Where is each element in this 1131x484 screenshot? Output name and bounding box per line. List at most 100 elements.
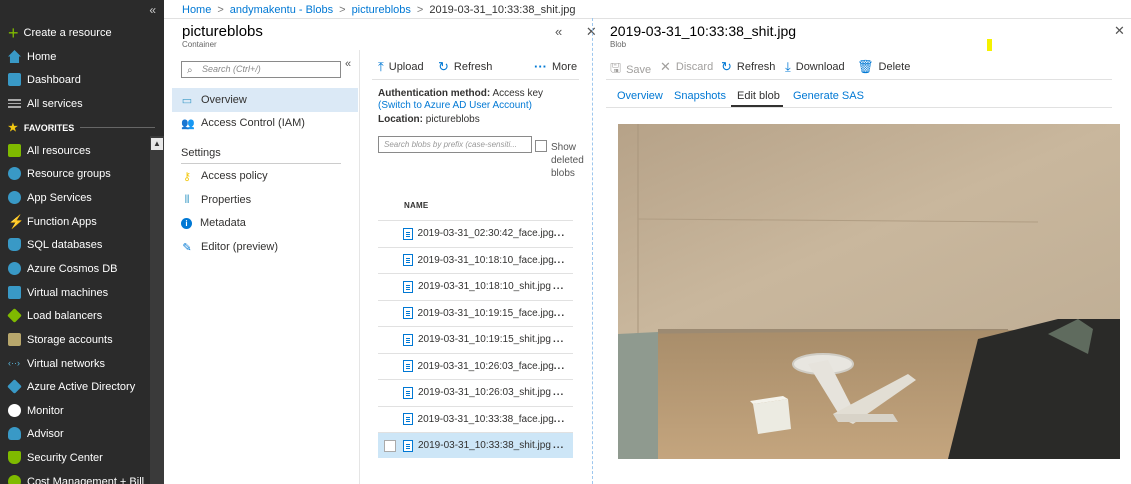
nav-virtual-networks[interactable]: ‹··› Virtual networks — [0, 352, 150, 375]
nav-monitor[interactable]: Monitor — [0, 399, 150, 422]
nav-scrollbar[interactable] — [150, 136, 164, 484]
row-more-button[interactable]: ... — [554, 308, 573, 319]
nav-cost-management[interactable]: Cost Management + Bill — [0, 470, 150, 484]
menu-item-editor[interactable]: ✎ Editor (preview) — [172, 235, 358, 259]
blob-name[interactable]: 2019-03-31_10:33:38_shit.jpg — [418, 440, 553, 451]
row-checkbox[interactable] — [384, 387, 396, 399]
breadcrumb-account[interactable]: andymakentu - Blobs — [230, 4, 333, 16]
row-checkbox[interactable] — [384, 360, 396, 372]
row-more-button[interactable]: ... — [553, 334, 573, 345]
menu-item-access-control[interactable]: 👥 Access Control (IAM) — [172, 111, 358, 135]
blob-row[interactable]: 2019-03-31_10:19:15_face.jpg... — [378, 299, 573, 326]
nav-advisor[interactable]: Advisor — [0, 422, 150, 445]
row-more-button[interactable]: ... — [554, 414, 573, 425]
blob-row[interactable]: 2019-03-31_10:33:38_shit.jpg... — [378, 432, 573, 458]
info-icon: i — [181, 217, 192, 229]
nav-create-resource[interactable]: + Create a resource — [0, 21, 150, 44]
nav-dashboard[interactable]: Dashboard — [0, 68, 150, 91]
blob-row[interactable]: 2019-03-31_10:18:10_face.jpg... — [378, 246, 573, 273]
row-checkbox[interactable] — [384, 439, 396, 452]
blob-name[interactable]: 2019-03-31_10:33:38_face.jpg — [418, 414, 554, 425]
nav-all-resources[interactable]: All resources — [0, 139, 150, 162]
overview-icon: ▭ — [181, 94, 193, 107]
breadcrumb-home[interactable]: Home — [182, 4, 211, 16]
blob-row[interactable]: 2019-03-31_02:30:42_face.jpg... — [378, 220, 573, 246]
breadcrumb-container[interactable]: pictureblobs — [352, 4, 411, 16]
tab-overview[interactable]: Overview — [617, 90, 663, 102]
row-checkbox[interactable] — [384, 228, 396, 240]
download-button[interactable]: ⤓ Download — [785, 59, 845, 75]
container-blade-controls[interactable]: « ✕ — [555, 24, 607, 40]
blob-search-input[interactable]: Search blobs by prefix (case-sensiti... — [378, 136, 532, 153]
blob-name[interactable]: 2019-03-31_10:18:10_shit.jpg — [418, 281, 553, 292]
tab-generate-sas[interactable]: Generate SAS — [793, 90, 864, 102]
blob-name[interactable]: 2019-03-31_10:18:10_face.jpg — [418, 255, 554, 266]
blob-row[interactable]: 2019-03-31_10:26:03_face.jpg... — [378, 352, 573, 379]
container-title: pictureblobs — [182, 23, 263, 40]
row-checkbox[interactable] — [384, 254, 396, 266]
row-more-button[interactable]: ... — [553, 281, 573, 292]
row-checkbox[interactable] — [384, 307, 396, 319]
menu-collapse-button[interactable]: « — [345, 58, 351, 70]
close-icon[interactable]: ✕ — [1114, 23, 1125, 39]
file-icon — [402, 227, 413, 240]
blob-refresh-button[interactable]: ↻ Refresh — [721, 59, 775, 75]
menu-item-properties[interactable]: ⦀ Properties — [172, 188, 358, 212]
switch-auth-link[interactable]: (Switch to Azure AD User Account) — [378, 100, 532, 111]
row-checkbox[interactable] — [384, 281, 396, 293]
blob-name[interactable]: 2019-03-31_10:26:03_shit.jpg — [418, 387, 553, 398]
cloud-icon — [8, 427, 21, 440]
nav-storage-accounts[interactable]: Storage accounts — [0, 328, 150, 351]
nav-app-services[interactable]: App Services — [0, 186, 150, 209]
chevron-right-icon: > — [416, 4, 424, 16]
menu-item-overview[interactable]: ▭ Overview — [172, 88, 358, 112]
tab-edit-blob[interactable]: Edit blob — [737, 90, 780, 102]
row-more-button[interactable]: ... — [554, 361, 573, 372]
nav-resource-groups[interactable]: Resource groups — [0, 162, 150, 185]
menu-item-metadata[interactable]: i Metadata — [172, 211, 358, 235]
row-checkbox[interactable] — [384, 334, 396, 346]
save-button[interactable]: 🖫 Save — [610, 59, 651, 81]
discard-icon: ✕ — [660, 59, 671, 74]
blob-name[interactable]: 2019-03-31_02:30:42_face.jpg — [418, 228, 554, 239]
row-more-button[interactable]: ... — [553, 440, 573, 451]
menu-search-input[interactable]: ⌕ Search (Ctrl+/) — [181, 61, 341, 78]
menu-item-access-policy[interactable]: ⚷ Access policy — [172, 164, 358, 188]
column-header-name[interactable]: NAME — [404, 201, 428, 210]
blob-row[interactable]: 2019-03-31_10:33:38_face.jpg... — [378, 405, 573, 432]
network-icon: ‹··› — [8, 358, 20, 368]
blob-name[interactable]: 2019-03-31_10:19:15_face.jpg — [418, 308, 554, 319]
blob-row[interactable]: 2019-03-31_10:18:10_shit.jpg... — [378, 273, 573, 299]
nav-function-apps[interactable]: ⚡ Function Apps — [0, 210, 150, 233]
file-icon — [402, 413, 413, 425]
divider — [592, 18, 593, 484]
nav-security-center[interactable]: Security Center — [0, 446, 150, 469]
refresh-button[interactable]: ↻ Refresh — [438, 59, 492, 75]
discard-button[interactable]: ✕ Discard — [660, 59, 713, 75]
users-icon: 👥 — [181, 117, 195, 130]
blob-name[interactable]: 2019-03-31_10:19:15_shit.jpg — [418, 334, 553, 345]
nav-azure-ad[interactable]: Azure Active Directory — [0, 375, 150, 398]
nav-cosmos-db[interactable]: Azure Cosmos DB — [0, 257, 150, 280]
nav-collapse-button[interactable]: « — [149, 3, 156, 17]
nav-sql-databases[interactable]: SQL databases — [0, 233, 150, 256]
nav-load-balancers[interactable]: Load balancers — [0, 304, 150, 327]
row-checkbox[interactable] — [384, 413, 396, 425]
nav-all-services[interactable]: All services — [0, 92, 150, 115]
pencil-icon: ✎ — [182, 241, 192, 254]
row-more-button[interactable]: ... — [554, 228, 573, 239]
blob-row[interactable]: 2019-03-31_10:19:15_shit.jpg... — [378, 326, 573, 352]
more-button[interactable]: ··· More — [534, 59, 577, 74]
upload-button[interactable]: ⤒ Upload — [378, 59, 424, 75]
blob-row[interactable]: 2019-03-31_10:26:03_shit.jpg... — [378, 379, 573, 405]
nav-virtual-machines[interactable]: Virtual machines — [0, 281, 150, 304]
row-more-button[interactable]: ... — [554, 255, 573, 266]
row-more-button[interactable]: ... — [553, 387, 573, 398]
blob-name[interactable]: 2019-03-31_10:26:03_face.jpg — [418, 361, 554, 372]
delete-button[interactable]: 🗑 Delete — [857, 59, 910, 75]
scroll-up-icon[interactable]: ▲ — [151, 138, 163, 150]
show-deleted-checkbox[interactable] — [535, 140, 547, 152]
refresh-icon: ↻ — [438, 59, 449, 74]
nav-home[interactable]: Home — [0, 45, 150, 68]
tab-snapshots[interactable]: Snapshots — [674, 90, 726, 102]
